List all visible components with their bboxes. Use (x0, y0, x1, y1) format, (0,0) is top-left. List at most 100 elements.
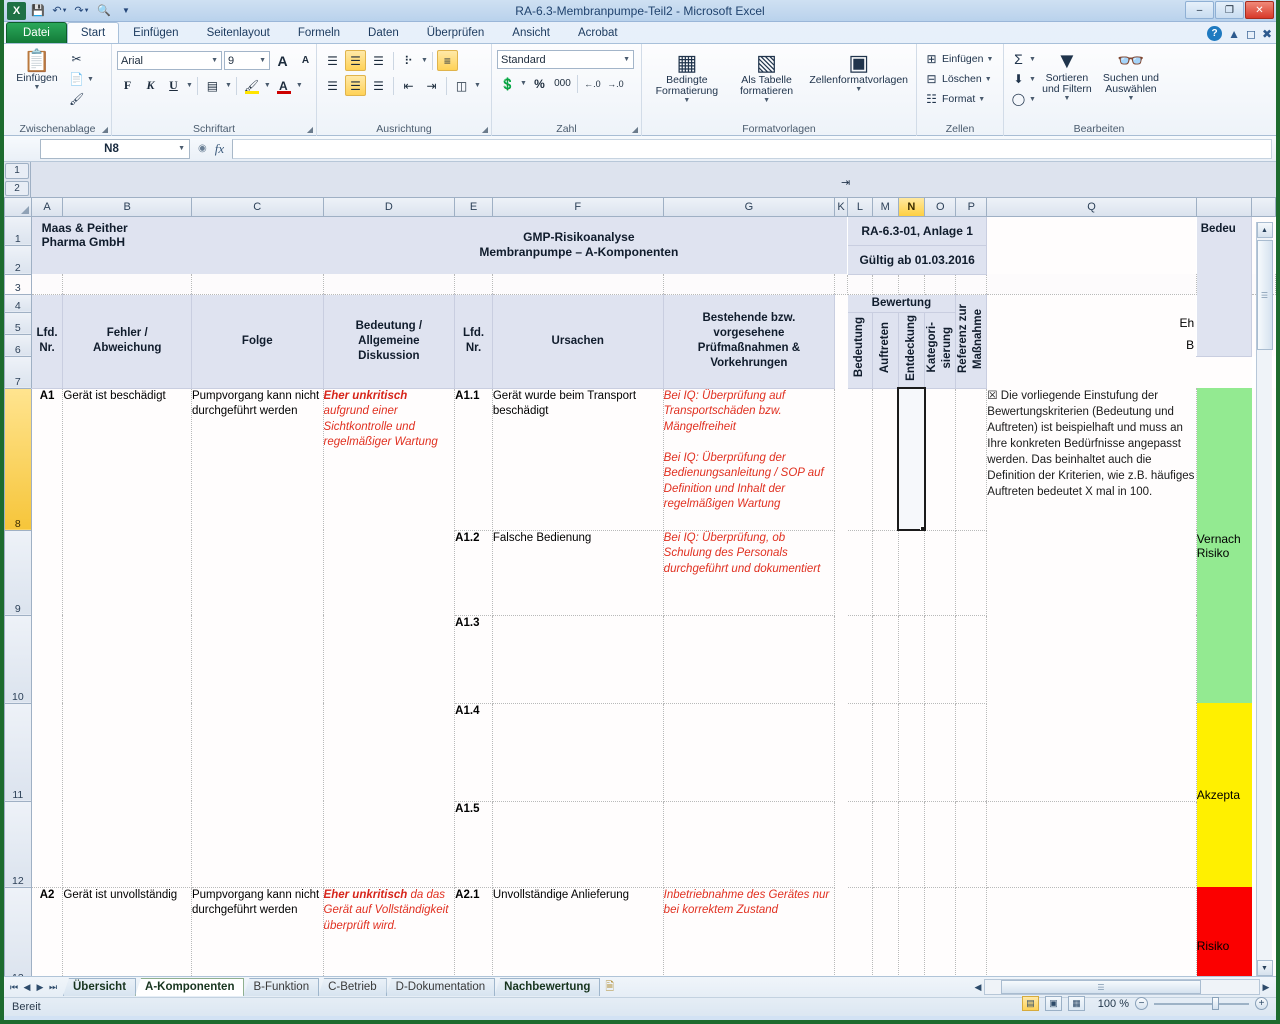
col-header-C[interactable]: C (191, 198, 323, 216)
align-left-button[interactable]: ☰ (322, 75, 343, 96)
zoom-out-button[interactable]: − (1135, 997, 1148, 1010)
save-icon[interactable]: 💾 (28, 1, 48, 20)
close-button[interactable]: ✕ (1245, 1, 1274, 19)
sheet-tab-c-betrieb[interactable]: C-Betrieb (318, 978, 387, 996)
cell-header-pruefmassnahmen[interactable]: Bestehende bzw. vorgesehene Prüfmaßnahme… (663, 294, 834, 388)
page-layout-view-button[interactable]: ▣ (1045, 996, 1062, 1011)
autosum-button[interactable]: Σ▼ (1011, 50, 1036, 68)
col-header-E[interactable]: E (455, 198, 493, 216)
cell-header-ursachen[interactable]: Ursachen (492, 294, 663, 388)
hscroll-right-icon[interactable]: ▶ (1260, 982, 1272, 993)
select-all-corner[interactable] (5, 198, 32, 216)
scroll-down-button[interactable]: ▼ (1257, 960, 1273, 976)
col-header-L[interactable]: L (848, 198, 873, 216)
cell-q-partial-3[interactable]: B (987, 334, 1196, 356)
alignment-dialog-launcher[interactable]: ◢ (482, 125, 488, 134)
align-right-button[interactable]: ☰ (368, 75, 389, 96)
bold-button[interactable]: F (117, 75, 138, 96)
cell-a11-bedeutung[interactable] (848, 388, 873, 530)
cell-n8-selected[interactable] (898, 388, 925, 530)
cell-a13-nr[interactable]: A1.3 (455, 615, 493, 703)
page-break-view-button[interactable]: ▦ (1068, 996, 1085, 1011)
row-header-11[interactable]: 11 (5, 703, 32, 801)
number-dialog-launcher[interactable]: ◢ (632, 125, 638, 134)
print-preview-icon[interactable]: 🔍 (94, 1, 114, 20)
cell-styles-button[interactable]: ▣ Zellenformatvorlagen ▼ (806, 49, 911, 93)
name-box[interactable]: N8 ▼ (40, 139, 190, 159)
tab-ansicht[interactable]: Ansicht (498, 22, 564, 43)
zoom-slider[interactable] (1154, 998, 1249, 1009)
conditional-formatting-button[interactable]: ▦ Bedingte Formatierung ▼ (647, 49, 727, 104)
sort-filter-button[interactable]: ▼ Sortieren und Filtern ▼ (1036, 47, 1098, 102)
col-header-F[interactable]: F (492, 198, 663, 216)
row-header-3[interactable]: 3 (5, 274, 32, 294)
cell-a21-nr[interactable]: A2.1 (455, 887, 493, 984)
restore-button[interactable]: ❐ (1215, 1, 1244, 19)
format-as-table-button[interactable]: ▧ Als Tabelle formatieren ▼ (727, 49, 807, 104)
sheet-tab-nachbewertung[interactable]: Nachbewertung (494, 978, 600, 996)
find-select-button[interactable]: 👓 Suchen und Auswählen ▼ (1098, 47, 1164, 102)
italic-button[interactable]: K (140, 75, 161, 96)
prev-sheet-icon[interactable]: ◀ (21, 982, 33, 993)
cell-header-fehler[interactable]: Fehler / Abweichung (63, 294, 192, 388)
merge-center-button[interactable]: ◫ (451, 75, 472, 96)
cell-a1-fehler[interactable]: Gerät ist beschädigt (63, 388, 192, 887)
horizontal-scroll-thumb[interactable]: ☰ (1001, 980, 1201, 994)
help-icon[interactable]: ? (1207, 26, 1222, 41)
delete-cells-button[interactable]: ⊟Löschen▼ (924, 70, 993, 88)
cell-doc-ref[interactable]: RA-6.3-01, Anlage 1 (848, 216, 987, 245)
next-sheet-icon[interactable]: ▶ (34, 982, 46, 993)
align-bottom-button[interactable]: ☰ (368, 50, 389, 71)
excel-logo-icon[interactable]: X (7, 2, 26, 20)
cell-header-folge[interactable]: Folge (191, 294, 323, 388)
col-header-M[interactable]: M (872, 198, 898, 216)
align-top-button[interactable]: ☰ (322, 50, 343, 71)
row-header-13[interactable]: 13 (5, 887, 32, 984)
col-header-N[interactable]: N (898, 198, 925, 216)
new-sheet-icon[interactable]: 🗎 (599, 976, 620, 999)
tab-datei[interactable]: Datei (6, 22, 67, 43)
col-header-D[interactable]: D (323, 198, 455, 216)
cell-header-bedeutung[interactable]: Bedeutung / Allgemeine Diskussion (323, 294, 455, 388)
align-middle-button[interactable]: ☰ (345, 50, 366, 71)
paste-dropdown-icon[interactable]: ▼ (34, 84, 41, 91)
vertical-scrollbar[interactable]: ▲ ☰ ▼ (1256, 222, 1272, 976)
col-header-R[interactable] (1196, 198, 1252, 216)
name-box-dropdown-icon[interactable]: ▼ (178, 145, 185, 152)
col-header-S[interactable] (1252, 198, 1276, 216)
number-format-combo[interactable]: Standard▼ (497, 50, 634, 69)
grow-font-button[interactable]: A (272, 50, 293, 71)
align-center-button[interactable]: ☰ (345, 75, 366, 96)
cell-a11-auftreten[interactable] (872, 388, 898, 530)
cell-heading-2[interactable]: Membranpumpe – A-Komponenten (323, 245, 835, 274)
shrink-font-button[interactable]: A (295, 50, 316, 71)
redo-icon[interactable]: ↷▼ (72, 1, 92, 20)
outline-level-1[interactable]: 1 (5, 163, 29, 179)
tab-ueberpruefen[interactable]: Überprüfen (413, 22, 499, 43)
outline-collapse-marker[interactable]: ⇥ (841, 176, 850, 189)
zoom-slider-handle[interactable] (1212, 997, 1219, 1010)
cell-a15-ursache[interactable] (492, 801, 663, 887)
font-size-combo[interactable]: 9▼ (224, 51, 270, 70)
col-header-Q[interactable]: Q (987, 198, 1196, 216)
cell-header-bewertung[interactable]: Bewertung (848, 294, 956, 312)
font-color-button[interactable]: A (273, 75, 294, 96)
cell-a1-bedeutung[interactable]: Eher unkritisch aufgrund einer Sichtkont… (323, 388, 455, 887)
legend-band-green[interactable]: Vernach Risiko (1196, 388, 1252, 703)
cell-a12-nr[interactable]: A1.2 (455, 530, 493, 615)
cell-a15-nr[interactable]: A1.5 (455, 801, 493, 887)
cell-header-lfd-nr-1[interactable]: Lfd. Nr. (31, 294, 63, 388)
insert-function-icon[interactable]: fx (215, 141, 224, 157)
clipboard-dialog-launcher[interactable]: ◢ (102, 125, 108, 134)
cell-q-header-partial[interactable]: Bedeu (1196, 216, 1252, 356)
cell-note[interactable]: ☒ Die vorliegende Einstufung der Bewertu… (987, 388, 1196, 801)
sheet-tab-uebersicht[interactable]: Übersicht (63, 978, 136, 996)
wrap-text-button[interactable]: ≡ (437, 50, 458, 71)
font-name-combo[interactable]: Arial▼ (117, 51, 222, 70)
last-sheet-icon[interactable]: ⏭ (47, 982, 59, 993)
formula-input[interactable] (232, 139, 1272, 159)
tab-einfuegen[interactable]: Einfügen (119, 22, 192, 43)
cell-q-partial-2[interactable]: Eh (987, 312, 1196, 334)
first-sheet-icon[interactable]: ⏮ (8, 982, 20, 993)
cell-a11-kategorisierung[interactable] (925, 388, 956, 530)
